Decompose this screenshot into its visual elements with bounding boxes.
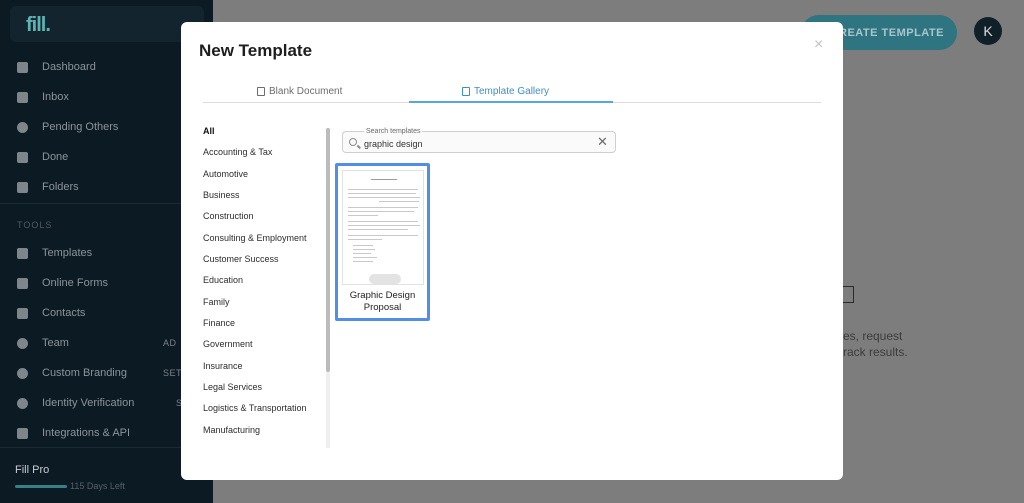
sidebar-item-label: Pending Others bbox=[42, 121, 119, 133]
users-icon bbox=[17, 121, 28, 133]
category-item[interactable]: Manufacturing bbox=[203, 425, 260, 435]
thumb-line bbox=[348, 207, 418, 208]
category-item[interactable]: Family bbox=[203, 297, 230, 307]
category-item[interactable]: Accounting & Tax bbox=[203, 147, 272, 157]
fingerprint-icon bbox=[17, 397, 28, 409]
category-scrollbar-thumb[interactable] bbox=[326, 128, 330, 372]
thumbnail-actions-pill[interactable] bbox=[369, 274, 401, 284]
tab-blank-document[interactable]: Blank Document bbox=[257, 80, 342, 102]
team-icon bbox=[17, 337, 28, 349]
category-item[interactable]: Automotive bbox=[203, 169, 248, 179]
thumb-line bbox=[348, 193, 416, 194]
clear-search-icon[interactable]: ✕ bbox=[597, 134, 608, 150]
close-icon[interactable]: × bbox=[814, 36, 823, 54]
sidebar-item-label: Custom Branding bbox=[42, 367, 127, 379]
forms-icon bbox=[17, 277, 28, 289]
template-thumbnail bbox=[342, 170, 424, 285]
category-item[interactable]: Customer Success bbox=[203, 254, 279, 264]
sidebar-item-badge: AD bbox=[163, 338, 177, 348]
search-icon bbox=[349, 138, 357, 146]
tab-label: Blank Document bbox=[269, 85, 343, 97]
thumb-line bbox=[348, 235, 418, 236]
thumb-line bbox=[353, 261, 373, 262]
sidebar-item-label: Team bbox=[42, 337, 69, 349]
template-card[interactable]: Graphic Design Proposal bbox=[335, 163, 430, 321]
new-template-modal: New Template × Blank Document Template G… bbox=[181, 22, 843, 480]
thumb-line bbox=[371, 179, 397, 180]
fill-logo[interactable]: fill. bbox=[26, 14, 51, 37]
sidebar-item-label: Online Forms bbox=[42, 277, 109, 289]
background-text-line: rack results. bbox=[843, 345, 908, 359]
sidebar-item-label: Integrations & API bbox=[42, 427, 131, 439]
thumb-line bbox=[353, 245, 373, 246]
thumb-line bbox=[348, 211, 414, 212]
document-icon bbox=[257, 86, 265, 96]
category-item[interactable]: Consulting & Employment bbox=[203, 233, 307, 243]
background-text-line: es, request bbox=[843, 329, 903, 343]
background-description: es, request rack results. bbox=[843, 328, 908, 360]
thumb-line bbox=[379, 201, 419, 202]
category-item-all[interactable]: All bbox=[203, 126, 215, 136]
tools-section-label: TOOLS bbox=[17, 220, 53, 230]
sidebar-item-label: Done bbox=[42, 151, 69, 163]
thumb-line bbox=[348, 229, 408, 230]
category-item[interactable]: Logistics & Transportation bbox=[203, 403, 307, 413]
avatar[interactable]: K bbox=[974, 17, 1002, 45]
sidebar-item-label: Inbox bbox=[42, 91, 69, 103]
search-value[interactable]: graphic design bbox=[364, 139, 423, 149]
thumb-line bbox=[348, 215, 378, 216]
category-item[interactable]: Government bbox=[203, 339, 253, 349]
category-item[interactable]: Insurance bbox=[203, 361, 243, 371]
contacts-icon bbox=[17, 307, 28, 319]
plan-name: Fill Pro bbox=[15, 464, 50, 476]
thumb-line bbox=[348, 221, 418, 222]
gallery-icon bbox=[462, 86, 470, 96]
done-folder-icon bbox=[17, 151, 28, 163]
sidebar-item-label: Dashboard bbox=[42, 61, 96, 73]
sidebar-item-label: Folders bbox=[42, 181, 79, 193]
palette-icon bbox=[17, 367, 28, 379]
plan-progress-bar bbox=[15, 485, 67, 488]
category-item[interactable]: Construction bbox=[203, 211, 254, 221]
thumb-line bbox=[348, 197, 420, 198]
category-item[interactable]: Education bbox=[203, 275, 243, 285]
thumb-line bbox=[353, 257, 377, 258]
tab-template-gallery[interactable]: Template Gallery bbox=[462, 80, 549, 102]
templates-icon bbox=[17, 247, 28, 259]
plan-days-left: 115 Days Left bbox=[70, 481, 125, 491]
category-item[interactable]: Finance bbox=[203, 318, 235, 328]
thumb-line bbox=[348, 225, 420, 226]
folder-icon bbox=[17, 181, 28, 193]
sidebar-item-badge: SET bbox=[163, 368, 183, 378]
search-label: Search templates bbox=[364, 128, 423, 135]
sidebar-item-label: Contacts bbox=[42, 307, 86, 319]
active-tab-indicator bbox=[409, 101, 613, 103]
sidebar-item-label: Identity Verification bbox=[42, 397, 135, 409]
thumb-line bbox=[348, 189, 418, 190]
modal-title: New Template bbox=[199, 41, 313, 60]
thumb-line bbox=[353, 253, 371, 254]
tab-label: Template Gallery bbox=[474, 85, 550, 97]
inbox-icon bbox=[17, 91, 28, 103]
category-item[interactable]: Legal Services bbox=[203, 382, 262, 392]
home-icon bbox=[17, 61, 28, 73]
category-item[interactable]: Business bbox=[203, 190, 240, 200]
sidebar-item-label: Templates bbox=[42, 247, 93, 259]
thumb-line bbox=[353, 249, 375, 250]
integrations-icon bbox=[17, 427, 28, 439]
template-card-title: Graphic Design Proposal bbox=[349, 290, 416, 313]
thumb-line bbox=[348, 239, 382, 240]
